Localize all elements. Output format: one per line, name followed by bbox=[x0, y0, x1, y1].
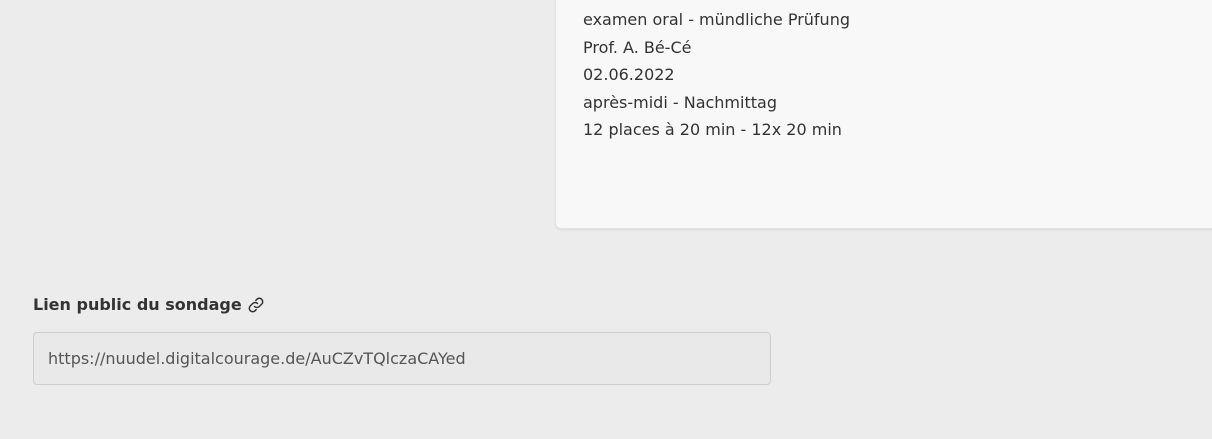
description-line: Prof. A. Bé-Cé bbox=[583, 37, 692, 57]
description-line: 12 places à 20 min - 12x 20 min bbox=[583, 120, 842, 139]
page: examen oral - mündliche Prüfung Prof. A.… bbox=[0, 0, 1212, 439]
poll-description-lines: examen oral - mündliche Prüfung Prof. A.… bbox=[583, 6, 850, 144]
description-line: après-midi - Nachmittag bbox=[583, 92, 777, 112]
poll-description-card: examen oral - mündliche Prüfung Prof. A.… bbox=[555, 0, 1212, 229]
description-line: examen oral - mündliche Prüfung bbox=[583, 10, 850, 29]
public-link-label: Lien public du sondage bbox=[33, 295, 242, 314]
description-line: 02.06.2022 bbox=[583, 65, 675, 84]
public-link-label-row: Lien public du sondage bbox=[33, 295, 265, 315]
link-icon[interactable] bbox=[247, 296, 265, 314]
public-link-field[interactable] bbox=[33, 332, 771, 385]
